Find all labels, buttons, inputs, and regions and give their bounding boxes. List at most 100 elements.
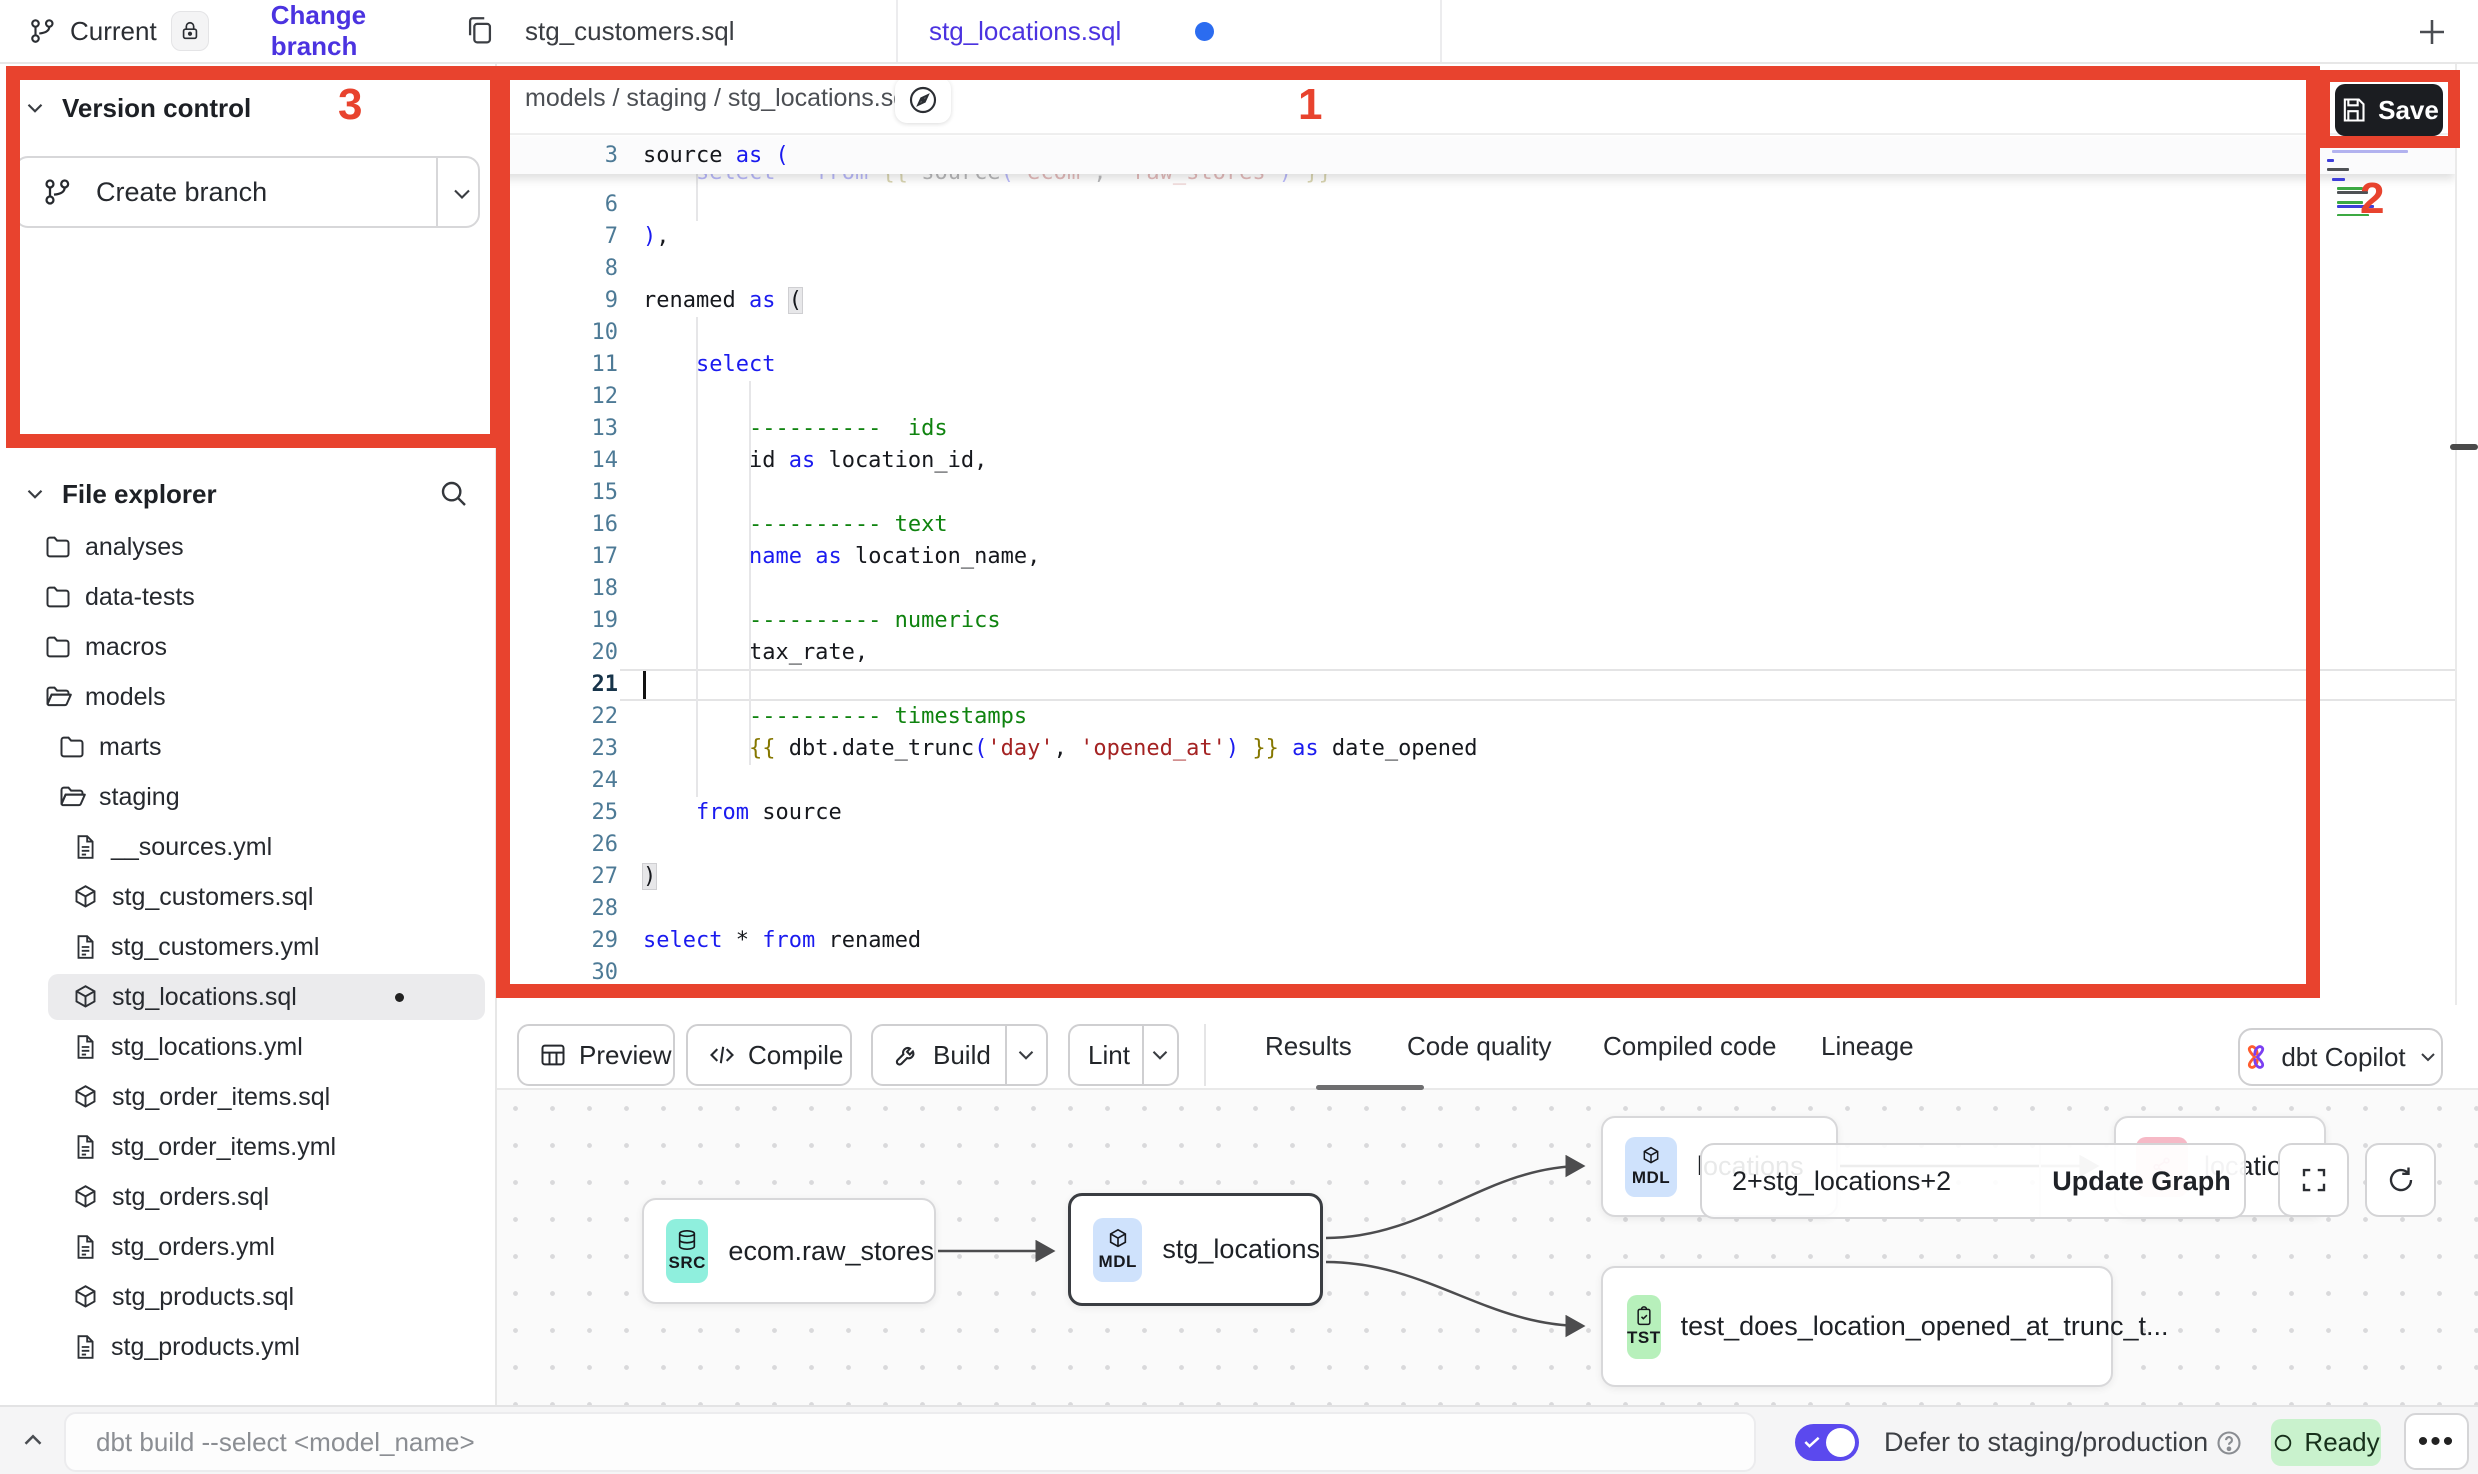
lint-button[interactable]: Lint [1068,1024,1179,1086]
file-name: stg_products.yml [111,1333,300,1362]
defer-toggle[interactable] [1795,1424,1859,1461]
lineage-node-stg-locations[interactable]: MDL stg_locations [1068,1193,1323,1306]
update-graph-button[interactable]: Update Graph [2039,1143,2246,1219]
code-line-20[interactable]: 20 tax_rate, [497,637,2455,669]
fullscreen-icon [2299,1165,2329,1195]
build-dropdown[interactable] [1007,1042,1046,1068]
code-line-14[interactable]: 14 id as location_id, [497,445,2455,477]
code-line-11[interactable]: 11 select [497,349,2455,381]
button-label: Preview [579,1040,671,1071]
code-line-24[interactable]: 24 [497,765,2455,797]
file-name: staging [99,783,180,812]
button-label: Lint [1088,1040,1130,1071]
build-button[interactable]: Build [871,1024,1048,1086]
preview-button[interactable]: Preview [517,1024,675,1086]
lineage-filter-input[interactable]: 2+stg_locations+2 [1700,1143,2041,1219]
code-line: source as ( [643,138,789,174]
code-line-13[interactable]: 13 ---------- ids [497,413,2455,445]
section-title: Version control [62,93,251,124]
tree-item--sources-yml[interactable]: __sources.yml [0,822,497,872]
code-line-12[interactable]: 12 [497,381,2455,413]
search-icon[interactable] [437,477,469,509]
defer-label: Defer to staging/production [1884,1427,2208,1458]
tree-item-stg-order-items-sql[interactable]: stg_order_items.sql [0,1072,497,1122]
code-line-22[interactable]: 22 ---------- timestamps [497,701,2455,733]
compass-icon[interactable] [895,77,951,123]
code-line-19[interactable]: 19 ---------- numerics [497,605,2455,637]
code-line-26[interactable]: 26 [497,829,2455,861]
code-line-7[interactable]: 7), [497,221,2455,253]
code-line-17[interactable]: 17 name as location_name, [497,541,2455,573]
dbt-copilot-button[interactable]: dbt Copilot [2238,1028,2443,1086]
code-line-28[interactable]: 28 [497,893,2455,925]
tree-item-stg-products-sql[interactable]: stg_products.sql [0,1272,497,1322]
panel-tab-lineage[interactable]: Lineage [1821,1005,1914,1088]
code-line-9[interactable]: 9renamed as ( [497,285,2455,317]
more-options-button[interactable]: ••• [2404,1413,2469,1470]
line-number: 16 [497,509,618,541]
create-branch-dropdown[interactable] [448,180,476,208]
help-icon[interactable] [2215,1429,2243,1457]
code-text: ), [643,221,670,253]
panel-tab-code-quality[interactable]: Code quality [1407,1005,1552,1088]
line-number: 22 [497,701,618,733]
code-line-6[interactable]: 6 [497,189,2455,221]
line-number: 24 [497,765,618,797]
code-text: from source [643,797,842,829]
tree-item-staging[interactable]: staging [0,772,497,822]
minimap[interactable] [2327,150,2415,216]
code-line-10[interactable]: 10 [497,317,2455,349]
fullscreen-button[interactable] [2278,1143,2349,1217]
copy-branch-icon[interactable] [463,14,497,48]
resize-handle[interactable] [2450,444,2478,450]
lineage-node-source[interactable]: SRC ecom.raw_stores [642,1198,936,1304]
file-icon [72,1033,98,1061]
code-line-15[interactable]: 15 [497,477,2455,509]
tree-item-analyses[interactable]: analyses [0,522,497,572]
lineage-node-test[interactable]: TST test_does_location_opened_at_trunc_t… [1601,1266,2113,1387]
tree-item-marts[interactable]: marts [0,722,497,772]
tree-item-stg-customers-sql[interactable]: stg_customers.sql [0,872,497,922]
code-line-25[interactable]: 25 from source [497,797,2455,829]
code-line-30[interactable]: 30 [497,957,2455,989]
save-button[interactable]: Save [2335,84,2443,136]
panel-tab-compiled-code[interactable]: Compiled code [1603,1005,1776,1088]
tree-item-stg-customers-yml[interactable]: stg_customers.yml [0,922,497,972]
version-control-header[interactable]: Version control [0,82,495,134]
tree-item-stg-locations-sql[interactable]: stg_locations.sql [0,972,497,1022]
tab-stg-customers[interactable]: stg_customers.sql [497,0,898,62]
code-line-18[interactable]: 18 [497,573,2455,605]
tab-stg-locations-active[interactable]: stg_locations.sql [898,0,1442,62]
command-input[interactable]: dbt build --select <model_name> [64,1412,1756,1472]
lineage-canvas[interactable]: SRC ecom.raw_stores MDL stg_locations MD… [497,1090,2478,1405]
tree-item-models[interactable]: models [0,672,497,722]
tree-item-stg-order-items-yml[interactable]: stg_order_items.yml [0,1122,497,1172]
tree-item-macros[interactable]: macros [0,622,497,672]
code-line-27[interactable]: 27) [497,861,2455,893]
code-line-21[interactable]: 21 [497,669,2455,701]
code-line-16[interactable]: 16 ---------- text [497,509,2455,541]
lint-dropdown[interactable] [1144,1042,1177,1068]
file-name: stg_locations.yml [111,1033,303,1062]
file-explorer-header[interactable]: File explorer [0,468,495,520]
line-number: 14 [497,445,618,477]
code-line-29[interactable]: 29select * from renamed [497,925,2455,957]
file-name: __sources.yml [111,833,272,862]
code-text: ---------- timestamps [643,701,1027,733]
chevron-up-icon[interactable] [18,1425,48,1455]
code-area[interactable]: 5 select * from {{ source('ecom', 'raw_s… [497,157,2455,989]
tree-item-data-tests[interactable]: data-tests [0,572,497,622]
new-tab-button[interactable] [2408,10,2456,54]
code-line-8[interactable]: 8 [497,253,2455,285]
change-branch-link[interactable]: Change branch [271,0,433,62]
status-badge[interactable]: Ready [2271,1419,2381,1466]
compile-button[interactable]: Compile [686,1024,852,1086]
tree-item-stg-products-yml[interactable]: stg_products.yml [0,1322,497,1372]
create-branch-button[interactable]: Create branch [14,156,480,228]
code-line-23[interactable]: 23 {{ dbt.date_trunc('day', 'opened_at')… [497,733,2455,765]
panel-tab-results[interactable]: Results [1265,1005,1352,1088]
tree-item-stg-orders-yml[interactable]: stg_orders.yml [0,1222,497,1272]
tree-item-stg-orders-sql[interactable]: stg_orders.sql [0,1172,497,1222]
tree-item-stg-locations-yml[interactable]: stg_locations.yml [0,1022,497,1072]
refresh-button[interactable] [2365,1143,2436,1217]
